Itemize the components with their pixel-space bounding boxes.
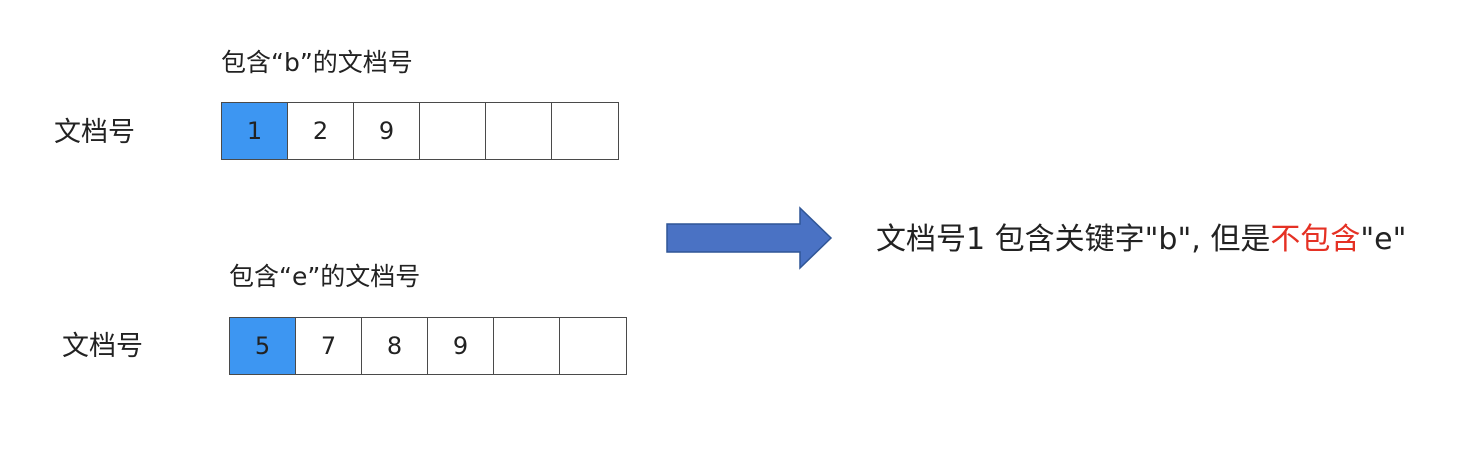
top-cell-row: 1 2 9 <box>221 102 619 160</box>
bottom-cell: 9 <box>428 318 494 374</box>
result-negation: 不包含 <box>1270 222 1361 257</box>
right-arrow-icon <box>666 206 833 270</box>
bottom-caption: 包含“e”的文档号 <box>229 262 421 291</box>
top-cell: 1 <box>222 103 288 159</box>
bottom-cell <box>560 318 626 374</box>
top-cell <box>486 103 552 159</box>
bottom-cell-row: 5 7 8 9 <box>229 317 627 375</box>
top-cell: 2 <box>288 103 354 159</box>
bottom-cell: 8 <box>362 318 428 374</box>
result-text-part2: "e" <box>1360 222 1407 257</box>
result-text-part1: 文档号1 包含关键字"b", 但是 <box>876 222 1271 257</box>
top-cell: 9 <box>354 103 420 159</box>
bottom-cell: 7 <box>296 318 362 374</box>
result-statement: 文档号1 包含关键字"b", 但是不包含"e" <box>876 222 1406 258</box>
bottom-cell: 5 <box>230 318 296 374</box>
top-cell <box>420 103 486 159</box>
bottom-row-label: 文档号 <box>62 331 143 362</box>
top-row-label: 文档号 <box>54 117 135 148</box>
bottom-cell <box>494 318 560 374</box>
top-caption: 包含“b”的文档号 <box>221 48 413 77</box>
top-cell <box>552 103 618 159</box>
